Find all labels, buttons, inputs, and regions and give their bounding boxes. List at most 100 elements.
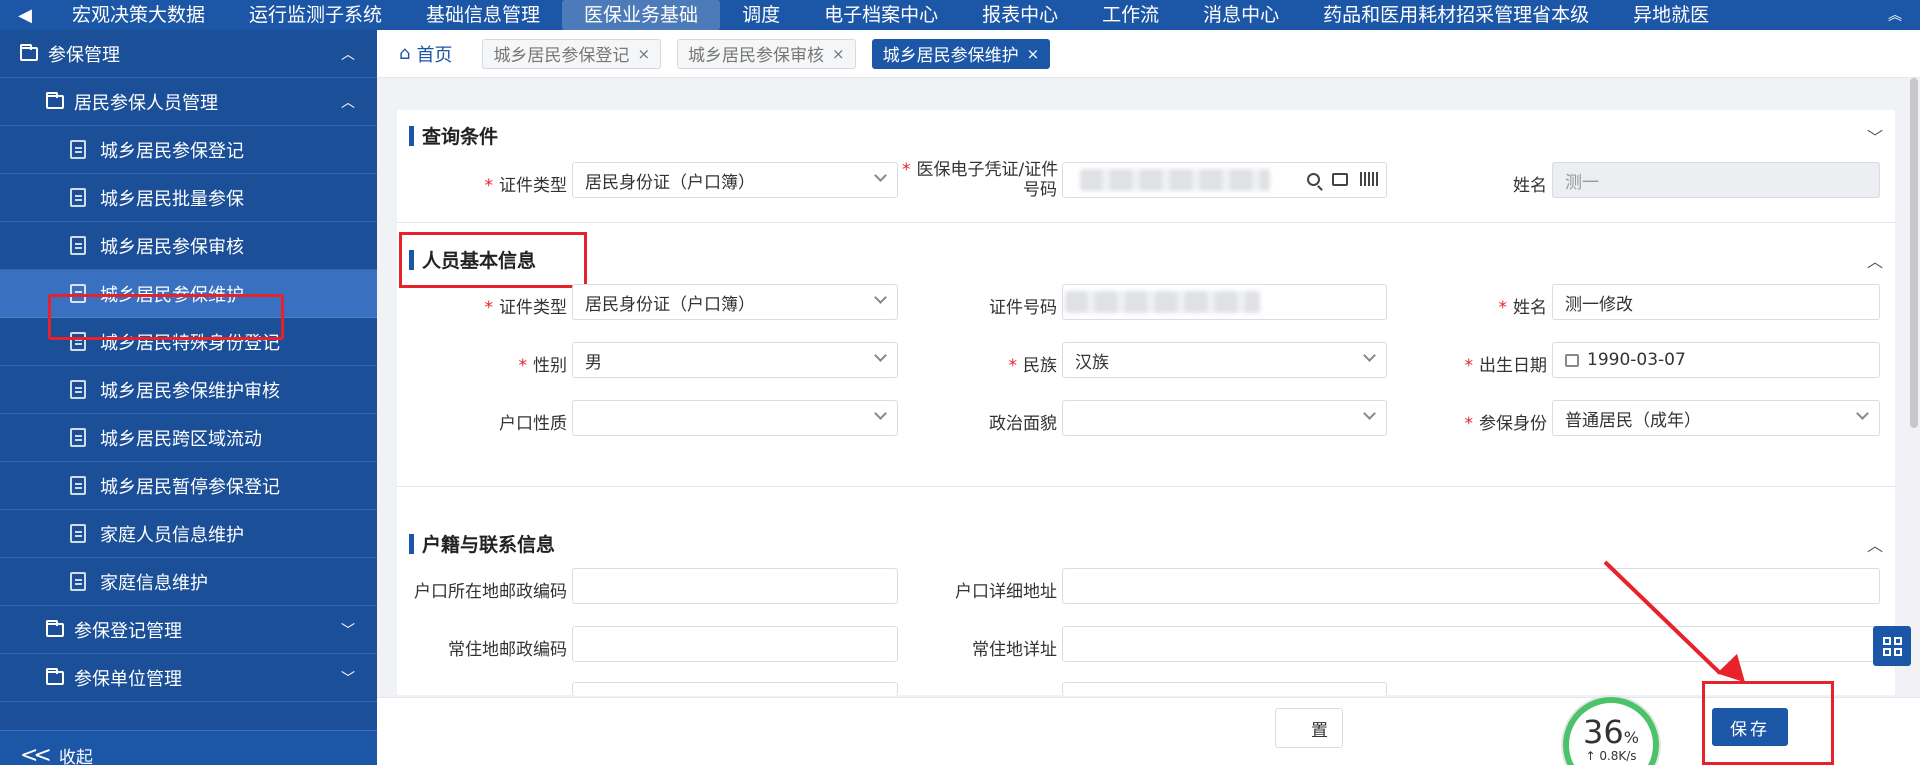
tab-home[interactable]: ⌂ 首页 [399,41,452,67]
contact-hukou-zip-input[interactable] [572,568,898,604]
tab[interactable]: 城乡居民参保登记 × [482,38,662,69]
scrollbar-thumb[interactable] [1910,78,1918,428]
folder-icon [20,43,38,61]
chevron-down-icon[interactable]: ﹀ [1867,124,1883,148]
sidebar-item[interactable]: 城乡居民参保维护审核 [0,366,377,414]
folder-icon [46,91,64,109]
chevron-down-icon: ﹀ [341,622,355,639]
tab-label: 城乡居民参保登记 [493,46,630,66]
tab[interactable]: 城乡居民参保维护 × [871,38,1051,69]
contact-res-addr-input[interactable] [1062,626,1880,662]
basic-name-input[interactable]: 测一修改 [1552,284,1880,320]
basic-gender-select[interactable]: 男 [572,342,898,378]
top-nav-item[interactable]: 消息中心 [1181,0,1301,30]
barcode-icon[interactable] [1360,172,1378,186]
top-nav-item[interactable]: 异地就医 [1611,0,1731,30]
grid-menu-button[interactable] [1873,626,1911,666]
tab-label: 城乡居民参保审核 [688,46,825,66]
redacted-id-number [1080,169,1270,191]
sidebar-item[interactable]: 城乡居民参保登记 [0,126,377,174]
sidebar-group-registration[interactable]: 参保登记管理 ﹀ [0,606,377,654]
contact-hukou-addr-input[interactable] [1062,568,1880,604]
chevron-down-icon: ﹀ [341,670,355,687]
chevron-up-icon: ︿ [341,46,355,63]
document-icon [70,476,86,495]
basic-political-select[interactable] [1062,400,1387,436]
basic-hukou-type-select[interactable] [572,400,898,436]
top-nav-items: 宏观决策大数据 运行监测子系统 基础信息管理 医保业务基础 调度 电子档案中心 报表中心 工作… [50,0,1870,30]
top-nav-item[interactable]: 基础信息管理 [404,0,562,30]
sidebar-group-resident-personnel[interactable]: 居民参保人员管理 ︿ [0,78,377,126]
main-scrollbar[interactable] [1910,78,1918,698]
close-icon[interactable]: × [1027,45,1040,63]
nav-scroll-left-icon[interactable]: ◀ [0,5,50,26]
top-nav-item[interactable]: 报表中心 [960,0,1080,30]
top-navigation: ◀ 宏观决策大数据 运行监测子系统 基础信息管理 医保业务基础 调度 电子档案中心 报表中心… [0,0,1920,30]
tab[interactable]: 城乡居民参保审核 × [677,38,856,69]
sidebar-group-label: 参保登记管理 [74,620,182,642]
chevron-up-icon[interactable]: ︿ [1867,532,1883,556]
top-nav-item[interactable]: 工作流 [1080,0,1181,30]
folder-icon [46,667,64,685]
document-icon [70,140,86,159]
sidebar-item[interactable]: 家庭信息维护 [0,558,377,606]
top-nav-item[interactable]: 电子档案中心 [802,0,960,30]
home-icon: ⌂ [399,43,411,64]
search-icon[interactable] [1307,172,1320,186]
sidebar-item[interactable]: 城乡居民跨区域流动 [0,414,377,462]
basic-ethnic-label: * 民族 [1008,356,1058,376]
contact-res-addr-label: 常住地详址 [972,640,1057,660]
partial-input[interactable] [1062,682,1387,696]
query-id-type-label: * 证件类型 [484,176,568,196]
partial-input[interactable] [572,682,898,696]
sidebar-item[interactable]: 城乡居民批量参保 [0,174,377,222]
sidebar-group-label: 居民参保人员管理 [74,92,218,114]
query-id-type-select[interactable]: 居民身份证（户口簿） [572,162,898,198]
top-nav-item[interactable]: 药品和医用耗材招采管理省本级 [1301,0,1611,30]
annotation-highlight-box [399,232,587,288]
top-nav-item[interactable]: 调度 [720,0,802,30]
basic-political-label: 政治面貌 [989,414,1057,434]
annotation-highlight-box [1702,681,1834,765]
bottom-action-bar [377,697,1920,765]
basic-birth-date-picker[interactable]: 1990-03-07 [1552,342,1880,378]
sidebar-collapse-button[interactable]: << 收起 [0,730,377,765]
sidebar-item-label: 城乡居民参保登记 [100,140,244,162]
id-card-icon[interactable] [1332,172,1348,186]
sidebar-group-employer[interactable]: 参保单位管理 ﹀ [0,654,377,702]
basic-insured-identity-select[interactable]: 普通居民（成年） [1552,400,1880,436]
sidebar-root-insurance-management[interactable]: 参保管理 ︿ [0,30,377,78]
section-bar [409,533,414,554]
sidebar-item-label: 城乡居民参保审核 [100,236,244,258]
contact-hukou-zip-label: 户口所在地邮政编码 [414,582,567,602]
query-voucher-label: * 医保电子凭证/证件 号码 [902,160,1059,200]
sidebar-item[interactable]: 城乡居民暂停参保登记 [0,462,377,510]
section-title-text: 查询条件 [422,126,499,148]
chevron-up-icon[interactable]: ︿ [1867,248,1883,272]
top-nav-item[interactable]: 运行监测子系统 [227,0,404,30]
reset-button[interactable]: 置 [1275,708,1343,748]
calendar-icon [1565,353,1579,367]
top-nav-item[interactable]: 宏观决策大数据 [50,0,227,30]
close-icon[interactable]: × [832,45,845,63]
close-icon[interactable]: × [637,45,650,63]
sidebar-item[interactable]: 城乡居民参保审核 [0,222,377,270]
nav-scroll-right-icon[interactable]: ︽ [1870,5,1920,25]
sidebar-item-label: 城乡居民批量参保 [100,188,244,210]
chevron-down-icon [1856,407,1869,420]
contact-res-zip-input[interactable] [572,626,898,662]
section-divider [397,222,1895,223]
sidebar-item-label: 家庭人员信息维护 [100,524,244,546]
speed-rate: ↑ 0.8K/s [1585,749,1637,763]
annotation-highlight-box [48,294,284,340]
query-name-input[interactable]: 测一 [1552,162,1880,198]
chevron-down-icon [874,291,887,304]
top-nav-item[interactable]: 医保业务基础 [562,0,721,30]
sidebar-item-label: 城乡居民参保维护审核 [100,380,280,402]
sidebar-item[interactable]: 家庭人员信息维护 [0,510,377,558]
redacted-id-number [1065,291,1260,313]
basic-id-type-select[interactable]: 居民身份证（户口簿） [572,284,898,320]
basic-insured-identity-label: * 参保身份 [1464,414,1548,434]
sidebar-item-label: 城乡居民暂停参保登记 [100,476,280,498]
basic-ethnic-select[interactable]: 汉族 [1062,342,1387,378]
